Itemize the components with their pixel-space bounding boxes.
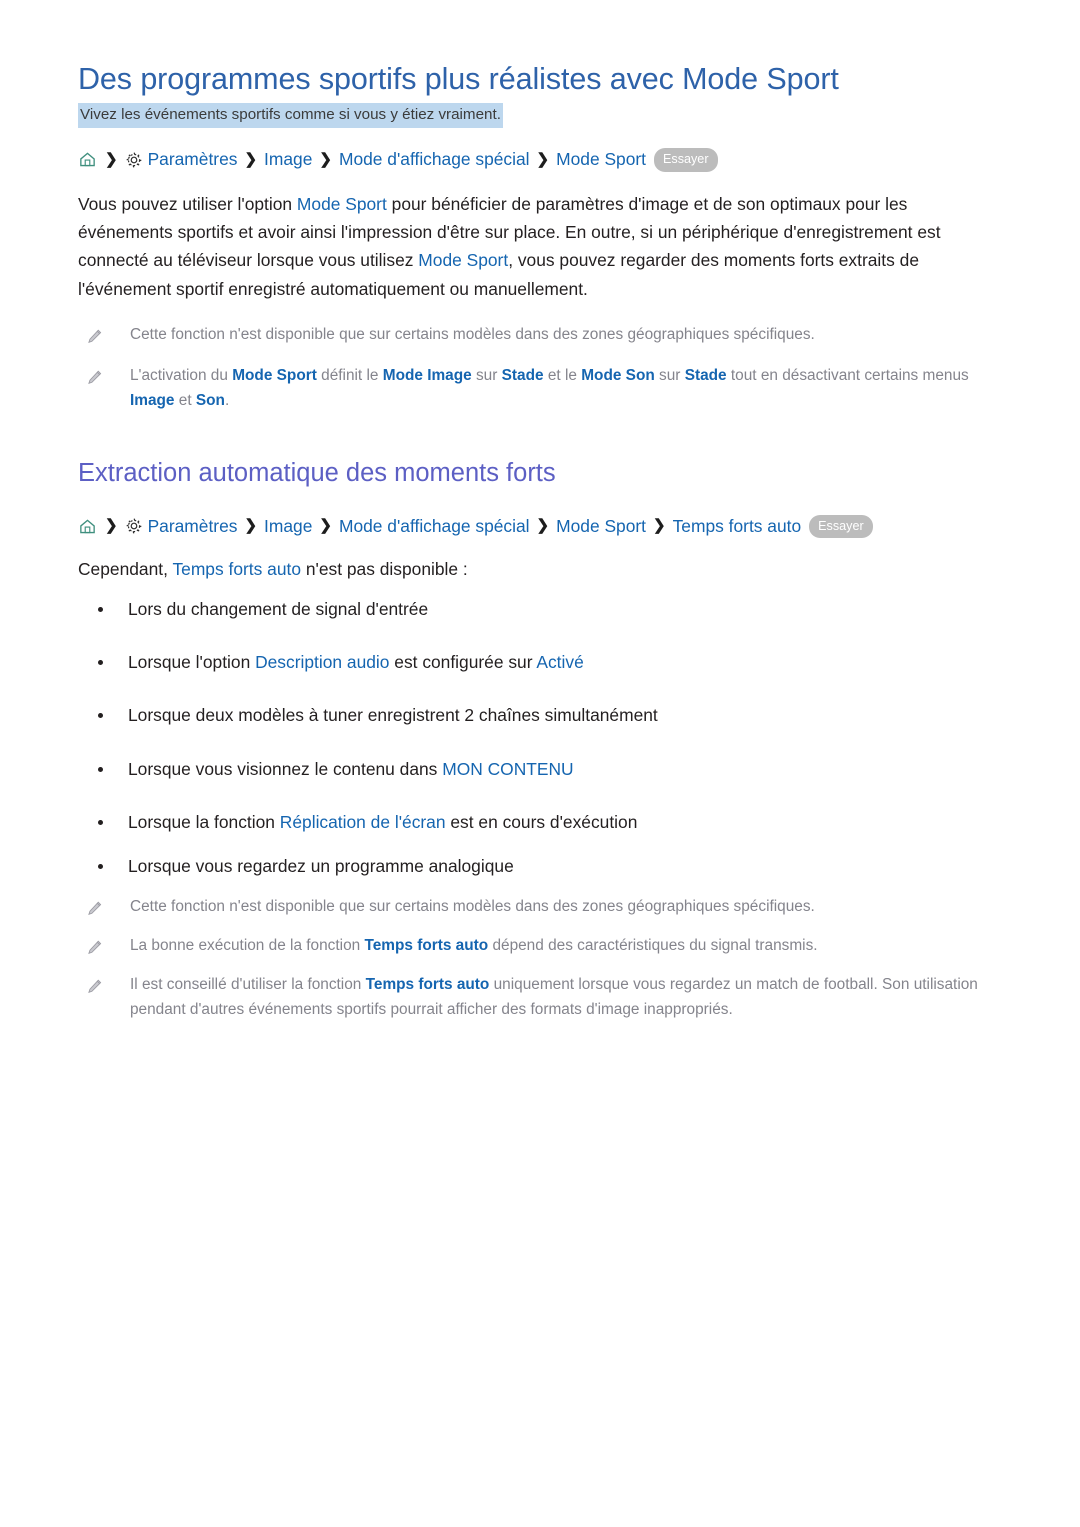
notes-list-top: Cette fonction n'est disponible que sur …	[78, 323, 1002, 414]
note-segment: et le	[543, 367, 582, 385]
note-link-stade-2[interactable]: Stade	[685, 367, 727, 384]
bullet-segment: est en cours d'exécution	[445, 811, 638, 832]
breadcrumb-item-temps-forts-auto[interactable]: Temps forts auto	[673, 516, 802, 537]
list-item: Lorsque la fonction Réplication de l'écr…	[78, 809, 1002, 835]
note-item: Il est conseillé d'utiliser la fonction …	[78, 973, 1002, 1023]
breadcrumb-separator: ❯	[653, 517, 666, 535]
section-title-extraction: Extraction automatique des moments forts	[78, 458, 556, 487]
note-item: Cette fonction n'est disponible que sur …	[78, 323, 1002, 350]
note-item: Cette fonction n'est disponible que sur …	[78, 895, 1002, 922]
note-link-temps-forts-auto[interactable]: Temps forts auto	[366, 976, 490, 993]
note-segment: sur	[471, 367, 502, 385]
note-text: La bonne exécution de la fonction Temps …	[130, 934, 818, 959]
breadcrumb-1[interactable]: ❯ Paramètres ❯ Image ❯ Mode d'affichage …	[78, 148, 1002, 172]
unavailable-conditions-list: Lors du changement de signal d'entrée Lo…	[78, 596, 1002, 879]
lead-text-part-2: n'est pas disponible :	[301, 559, 468, 580]
breadcrumb-separator: ❯	[319, 517, 332, 535]
note-link-stade-1[interactable]: Stade	[502, 367, 544, 384]
breadcrumb-item-image[interactable]: Image	[264, 149, 312, 170]
note-link-mode-image[interactable]: Mode Image	[383, 367, 472, 384]
list-item: Lorsque vous visionnez le contenu dans M…	[78, 756, 1002, 782]
home-icon[interactable]	[78, 517, 97, 536]
bullet-segment: Lorsque vous regardez un programme analo…	[128, 855, 514, 876]
note-segment: Cette fonction n'est disponible que sur …	[130, 897, 815, 915]
pencil-icon	[86, 939, 104, 961]
note-segment: Il est conseillé d'utiliser la fonction	[130, 975, 366, 993]
home-icon[interactable]	[78, 150, 97, 169]
note-text: Il est conseillé d'utiliser la fonction …	[130, 973, 1002, 1023]
note-text: Cette fonction n'est disponible que sur …	[130, 895, 815, 920]
bullet-link-active[interactable]: Activé	[536, 652, 583, 672]
breadcrumb-item-mode-daffichage-special[interactable]: Mode d'affichage spécial	[339, 149, 530, 170]
breadcrumb-item-parametres[interactable]: Paramètres	[148, 149, 238, 170]
breadcrumb-separator: ❯	[536, 150, 550, 168]
bullet-segment: Lorsque l'option	[128, 652, 256, 673]
list-item: Lorsque deux modèles à tuner enregistren…	[78, 702, 1002, 728]
try-badge[interactable]: Essayer	[654, 148, 718, 172]
note-text: L'activation du Mode Sport définit le Mo…	[130, 364, 1002, 414]
subtitle-wrapper: Vivez les événements sportifs comme si v…	[78, 102, 1002, 140]
breadcrumb-separator: ❯	[105, 150, 118, 168]
lead-link-temps-forts-auto[interactable]: Temps forts auto	[172, 559, 301, 579]
breadcrumb-item-image[interactable]: Image	[264, 516, 312, 537]
bullet-segment: Lors du changement de signal d'entrée	[128, 599, 429, 620]
note-link-mode-son[interactable]: Mode Son	[581, 367, 655, 384]
intro-paragraph: Vous pouvez utiliser l'option Mode Sport…	[78, 190, 978, 303]
note-segment: sur	[654, 367, 685, 385]
breadcrumb-item-mode-sport[interactable]: Mode Sport	[556, 516, 646, 537]
notes-list-bottom: Cette fonction n'est disponible que sur …	[78, 895, 1002, 1023]
intro-text-part-1: Vous pouvez utiliser l'option	[78, 193, 297, 214]
pencil-icon	[86, 978, 104, 1000]
note-text: Cette fonction n'est disponible que sur …	[130, 323, 815, 348]
breadcrumb-separator: ❯	[105, 517, 118, 535]
pencil-icon	[86, 328, 104, 350]
gear-icon[interactable]	[125, 151, 143, 169]
list-item: Lorsque l'option Description audio est c…	[78, 649, 1002, 675]
bullet-segment: Lorsque vous visionnez le contenu dans	[128, 758, 443, 779]
list-item: Lorsque vous regardez un programme analo…	[78, 853, 1002, 879]
note-segment: définit le	[316, 367, 383, 385]
intro-link-mode-sport-1[interactable]: Mode Sport	[297, 194, 387, 214]
breadcrumb-2[interactable]: ❯ Paramètres ❯ Image ❯ Mode d'affichage …	[78, 514, 1002, 539]
note-segment: La bonne exécution de la fonction	[130, 936, 365, 954]
note-segment: et	[174, 392, 196, 409]
lead-text-part-1: Cependant,	[78, 559, 173, 580]
list-item: Lors du changement de signal d'entrée	[78, 596, 1002, 622]
bullet-link-mon-contenu[interactable]: MON CONTENU	[442, 759, 573, 779]
note-link-image[interactable]: Image	[130, 392, 174, 409]
breadcrumb-separator: ❯	[319, 150, 332, 168]
document-page: Des programmes sportifs plus réalistes a…	[0, 0, 1080, 1023]
bullet-segment: Lorsque la fonction	[128, 811, 280, 832]
note-segment: .	[224, 392, 230, 409]
try-badge[interactable]: Essayer	[809, 514, 873, 539]
note-segment: dépend des caractéristiques du signal tr…	[488, 936, 818, 954]
page-title: Des programmes sportifs plus réalistes a…	[78, 62, 839, 96]
note-link-son[interactable]: Son	[196, 392, 225, 409]
breadcrumb-separator: ❯	[536, 517, 550, 535]
pencil-icon	[86, 900, 104, 922]
breadcrumb-item-mode-sport[interactable]: Mode Sport	[556, 149, 646, 170]
note-segment: Cette fonction n'est disponible que sur …	[130, 326, 815, 344]
bullet-link-description-audio[interactable]: Description audio	[255, 652, 389, 672]
bullet-link-replication-de-lecran[interactable]: Réplication de l'écran	[280, 812, 446, 832]
note-item: La bonne exécution de la fonction Temps …	[78, 934, 1002, 961]
breadcrumb-separator: ❯	[244, 150, 258, 168]
note-segment: tout en désactivant certains menus	[726, 367, 969, 385]
intro-link-mode-sport-2[interactable]: Mode Sport	[418, 250, 508, 270]
note-segment: L'activation du	[130, 367, 233, 385]
bullet-segment: est configurée sur	[389, 652, 537, 673]
gear-icon[interactable]	[125, 517, 143, 535]
lead-paragraph: Cependant, Temps forts auto n'est pas di…	[78, 556, 1002, 582]
note-link-temps-forts-auto[interactable]: Temps forts auto	[364, 937, 488, 954]
pencil-icon	[86, 369, 104, 391]
page-subtitle: Vivez les événements sportifs comme si v…	[78, 102, 503, 129]
breadcrumb-item-mode-daffichage-special[interactable]: Mode d'affichage spécial	[339, 516, 530, 537]
note-item: L'activation du Mode Sport définit le Mo…	[78, 364, 1002, 414]
breadcrumb-separator: ❯	[244, 517, 258, 535]
note-link-mode-sport[interactable]: Mode Sport	[232, 367, 317, 384]
bullet-segment: Lorsque deux modèles à tuner enregistren…	[128, 705, 658, 726]
breadcrumb-item-parametres[interactable]: Paramètres	[148, 516, 238, 537]
